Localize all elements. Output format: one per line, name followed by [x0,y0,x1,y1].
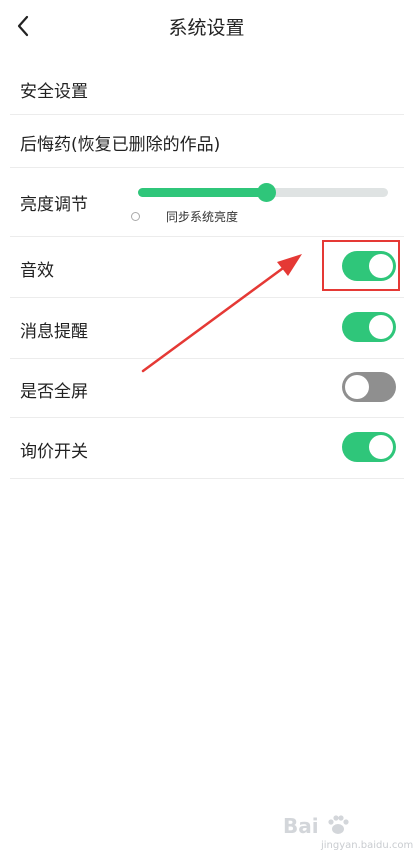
settings-row-inquiry: 询价开关 [10,418,404,479]
toggle-knob [345,375,369,399]
message-toggle[interactable] [342,312,396,342]
settings-row-brightness: 亮度调节 同步系统亮度 [10,168,404,237]
annotation-highlight-box [322,240,400,291]
header: 系统设置 [0,0,413,54]
row-label: 后悔药(恢复已删除的作品) [20,135,221,155]
settings-row-fullscreen: 是否全屏 [10,359,404,418]
brightness-slider-fill [138,188,266,197]
settings-row-message: 消息提醒 [10,298,404,359]
row-label: 询价开关 [20,442,88,462]
settings-row-security[interactable]: 安全设置 [10,64,404,115]
sync-brightness-label: 同步系统亮度 [166,210,239,224]
row-label: 消息提醒 [20,322,88,342]
watermark-brand: Bai [283,814,319,838]
row-label: 是否全屏 [20,382,88,402]
toggle-knob [369,315,393,339]
brightness-slider[interactable] [138,183,388,202]
settings-row-regret[interactable]: 后悔药(恢复已删除的作品) [10,115,404,168]
sync-brightness-radio[interactable] [131,212,140,221]
row-label: 音效 [20,261,54,281]
row-label: 亮度调节 [20,195,88,215]
row-label: 安全设置 [20,82,88,102]
inquiry-toggle[interactable] [342,432,396,462]
fullscreen-toggle[interactable] [342,372,396,402]
watermark: Bai jingyan.baidu.com [281,808,413,856]
paw-icon [328,815,349,834]
toggle-knob [369,435,393,459]
watermark-sub: jingyan.baidu.com [321,840,413,851]
page-title: 系统设置 [168,17,245,39]
brightness-slider-thumb[interactable] [256,183,276,202]
